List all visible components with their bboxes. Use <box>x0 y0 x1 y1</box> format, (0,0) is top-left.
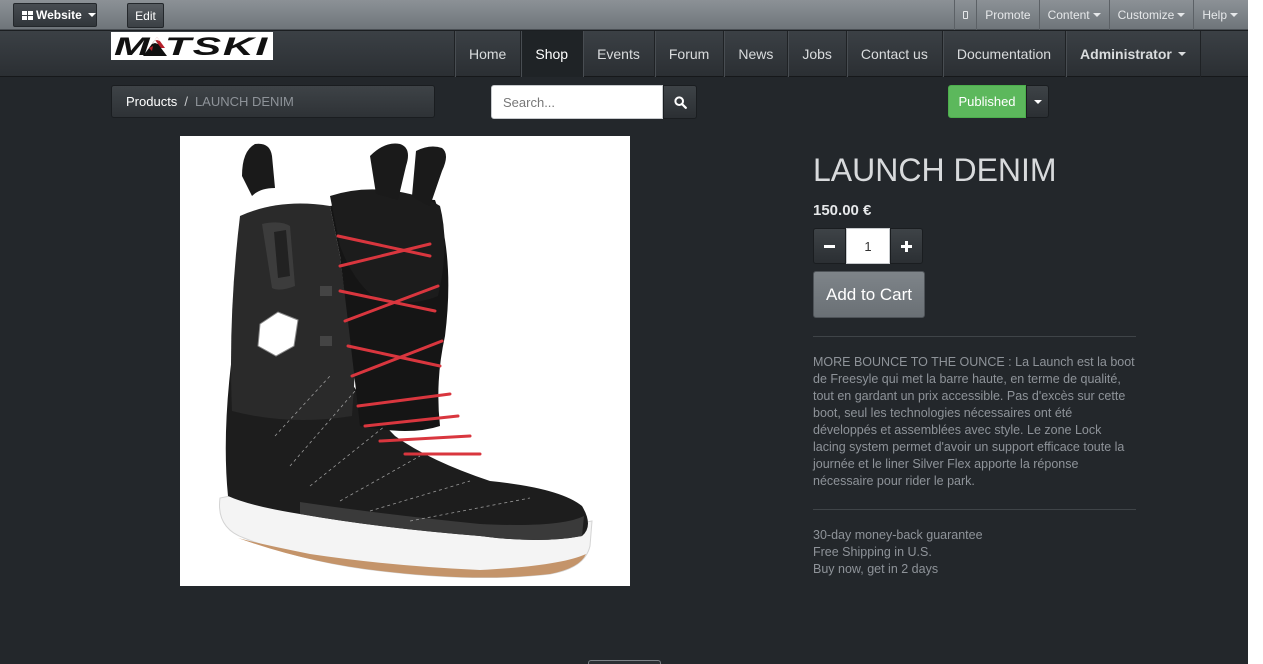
site-logo[interactable]: M TSKI <box>111 32 273 60</box>
caret-down-icon <box>87 13 96 17</box>
add-to-cart-button[interactable]: Add to Cart <box>813 271 925 318</box>
quantity-increase-button[interactable] <box>890 228 923 264</box>
caret-down-icon <box>1177 13 1186 17</box>
app-window: Website Edit Promote Content Customize H… <box>0 0 1248 664</box>
nav-item-forum[interactable]: Forum <box>653 31 723 77</box>
grid-icon <box>22 10 33 20</box>
caret-down-icon <box>1092 13 1101 17</box>
breadcrumb-separator: / <box>184 94 188 109</box>
help-label: Help <box>1202 8 1227 22</box>
admin-right-menu: Promote Content Customize Help <box>954 0 1248 30</box>
quantity-decrease-button[interactable] <box>813 228 846 264</box>
website-menu-button[interactable]: Website <box>13 3 97 27</box>
admin-bar: Website Edit Promote Content Customize H… <box>0 0 1248 30</box>
matski-logo-icon: M TSKI <box>114 33 269 60</box>
website-menu-label: Website <box>36 8 82 22</box>
nav-item-news[interactable]: News <box>723 31 787 77</box>
content-menu[interactable]: Content <box>1038 0 1109 30</box>
nav-menu: Home Shop Events Forum News Jobs Contact… <box>454 31 1201 77</box>
search-button[interactable] <box>663 85 697 119</box>
snowboard-boot-image <box>219 143 593 579</box>
plus-icon <box>901 240 912 252</box>
nav-item-jobs[interactable]: Jobs <box>787 31 846 77</box>
nav-item-contact-us[interactable]: Contact us <box>845 31 942 77</box>
caret-down-icon <box>1177 52 1186 56</box>
quantity-input[interactable] <box>846 228 890 264</box>
guarantee-item: Free Shipping in U.S. <box>813 545 932 559</box>
user-menu-label: Administrator <box>1080 46 1172 62</box>
caret-down-icon <box>1230 13 1238 17</box>
mobile-icon <box>963 11 969 19</box>
product-description: MORE BOUNCE TO THE OUNCE : La Launch est… <box>813 355 1135 488</box>
guarantee-list: 30-day money-back guarantee Free Shippin… <box>813 527 983 578</box>
customize-label: Customize <box>1117 8 1175 22</box>
guarantee-item: 30-day money-back guarantee <box>813 528 983 542</box>
product-title: LAUNCH DENIM <box>813 152 1057 188</box>
search-input[interactable] <box>491 85 663 119</box>
breadcrumb: Products / LAUNCH DENIM <box>111 85 435 118</box>
product-image[interactable] <box>180 136 630 586</box>
main-navbar: M TSKI Home Shop Events Forum News Jobs … <box>0 30 1248 77</box>
bottom-tab-handle[interactable] <box>588 660 661 664</box>
edit-button[interactable]: Edit <box>127 3 164 28</box>
published-button[interactable]: Published <box>948 85 1026 118</box>
svg-text:M TSKI: M TSKI <box>114 33 269 60</box>
guarantee-item: Buy now, get in 2 days <box>813 562 939 576</box>
product-price: 150.00 € <box>813 202 872 219</box>
promote-label: Promote <box>985 8 1031 22</box>
user-menu[interactable]: Administrator <box>1065 31 1201 77</box>
breadcrumb-products-link[interactable]: Products <box>126 94 177 109</box>
divider <box>813 336 1136 337</box>
breadcrumb-current: LAUNCH DENIM <box>194 94 294 109</box>
search-icon <box>673 95 687 109</box>
caret-down-icon <box>1033 99 1042 104</box>
minus-icon <box>824 244 835 248</box>
divider <box>813 509 1136 510</box>
nav-item-documentation[interactable]: Documentation <box>941 31 1065 77</box>
mobile-preview-button[interactable] <box>954 0 976 30</box>
published-dropdown-toggle[interactable] <box>1026 85 1049 118</box>
content-label: Content <box>1047 8 1090 22</box>
customize-menu[interactable]: Customize <box>1108 0 1194 30</box>
nav-item-home[interactable]: Home <box>454 31 520 77</box>
nav-item-shop[interactable]: Shop <box>520 31 583 77</box>
help-menu[interactable]: Help <box>1193 0 1248 30</box>
promote-menu[interactable]: Promote <box>976 0 1038 30</box>
nav-item-events[interactable]: Events <box>582 31 654 77</box>
